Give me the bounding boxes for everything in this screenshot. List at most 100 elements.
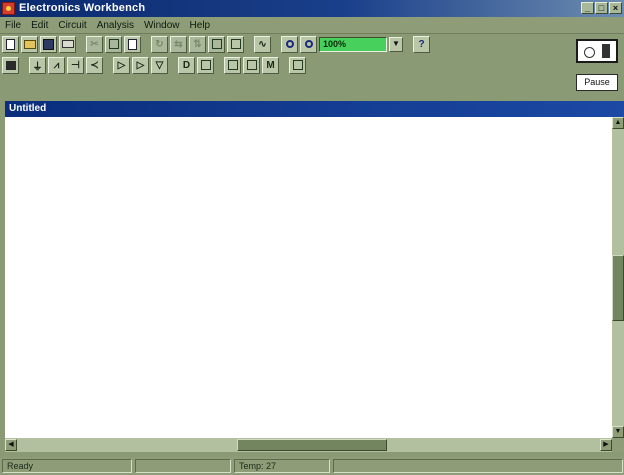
vertical-scroll-thumb[interactable] [612,255,624,321]
printer-icon [61,40,74,48]
controls-icon [246,60,257,70]
menu-circuit[interactable]: Circuit [53,20,91,31]
favorites-icon [5,60,16,70]
disk-icon [43,38,54,50]
digital-ic-icon: ▽ [155,59,164,71]
analog-ics-bin-button[interactable]: ▷ [113,56,130,74]
zoom-out-button[interactable] [281,35,298,53]
mixed-ic-icon: ▷ [136,59,145,71]
menu-window[interactable]: Window [139,20,185,31]
diodes-bin-button[interactable]: ⊣ [67,56,84,74]
chevron-right-icon: ▶ [603,441,609,448]
favorites-bin-button[interactable] [2,56,19,74]
paste-button[interactable] [124,35,141,53]
opamp-icon: ▷ [117,59,126,71]
chevron-left-icon: ◀ [8,441,14,448]
minimize-button[interactable]: _ [581,2,594,14]
save-button[interactable] [40,35,57,53]
zoom-out-icon [285,40,294,48]
document-title: Untitled [5,101,624,117]
main-toolbar: ✂ ↻ ⇆ ⇅ ∿ 100% ▼ ? [2,34,430,54]
resistor-icon: ⩘ [53,59,60,71]
copy-icon [108,39,119,49]
chevron-down-icon: ▼ [614,428,622,435]
basic-bin-button[interactable]: ⩘ [48,56,65,74]
document-window: Untitled ▲ ▼ ◀ ▶ [5,101,624,456]
vertical-scrollbar[interactable]: ▲ ▼ [612,117,624,438]
status-empty-panel [135,459,231,473]
properties-icon [211,39,222,49]
subcircuit-button[interactable] [227,35,244,53]
cut-button[interactable]: ✂ [86,35,103,53]
window-title: Electronics Workbench [19,2,146,14]
menu-help[interactable]: Help [185,20,216,31]
ground-icon: ⏚ [32,61,43,73]
scroll-up-button[interactable]: ▲ [612,117,624,129]
scroll-right-button[interactable]: ▶ [600,439,612,451]
status-ready: Ready [2,459,132,473]
transistors-bin-button[interactable]: ≺ [86,56,103,74]
rotate-icon: ↻ [155,38,164,50]
menu-file[interactable]: File [0,20,26,31]
graph-icon: ∿ [258,38,267,50]
scrollbar-corner [612,438,624,452]
subcircuit-icon [230,39,241,49]
indicators-bin-button[interactable] [224,56,241,74]
print-button[interactable] [59,35,76,53]
digital-ics-bin-button[interactable]: ▽ [151,56,168,74]
miscellaneous-bin-button[interactable]: M [262,56,279,74]
menu-bar: File Edit Circuit Analysis Window Help [0,17,624,34]
logic-gates-bin-button[interactable]: D [178,56,195,74]
horizontal-scrollbar[interactable]: ◀ ▶ [5,438,612,452]
parts-toolbar: ⏚ ⩘ ⊣ ≺ ▷ ▷ ▽ D M [2,55,306,75]
status-bar: Ready Temp: 27 [0,457,624,475]
chevron-down-icon: ▼ [392,38,400,48]
new-button[interactable] [2,35,19,53]
flip-horizontal-button[interactable]: ⇆ [170,35,187,53]
properties-button[interactable] [208,35,225,53]
diode-icon: ⊣ [71,59,80,71]
scissors-icon: ✂ [90,38,99,50]
status-temperature: Temp: 27 [234,459,330,473]
new-file-icon [6,38,15,50]
mixed-ics-bin-button[interactable]: ▷ [132,56,149,74]
transistor-icon: ≺ [90,59,99,71]
indicator-icon [227,60,238,70]
flip-vertical-button[interactable]: ⇅ [189,35,206,53]
controls-bin-button[interactable] [243,56,260,74]
scroll-down-button[interactable]: ▼ [612,426,624,438]
zoom-dropdown-button[interactable]: ▼ [389,36,403,52]
title-bar: Electronics Workbench _ □ × [0,0,624,17]
maximize-button[interactable]: □ [595,2,608,14]
app-icon [2,2,15,15]
sources-bin-button[interactable]: ⏚ [29,56,46,74]
zoom-in-button[interactable] [300,35,317,53]
circuit-canvas[interactable] [5,117,612,438]
folder-icon [23,39,36,49]
copy-button[interactable] [105,35,122,53]
zoom-in-icon [304,40,313,48]
power-switch[interactable] [576,39,618,63]
rotate-button[interactable]: ↻ [151,35,168,53]
horizontal-scroll-thumb[interactable] [237,439,387,451]
flip-horizontal-icon: ⇆ [174,38,183,50]
pause-button[interactable]: Pause [576,74,618,91]
instruments-bin-button[interactable] [289,56,306,74]
menu-edit[interactable]: Edit [26,20,53,31]
gate-icon: D [182,59,191,71]
instrument-icon [292,60,303,70]
open-button[interactable] [21,35,38,53]
digital-bin-button[interactable] [197,56,214,74]
flipflop-icon [200,60,211,70]
flip-vertical-icon: ⇅ [193,38,202,50]
status-empty-panel [333,459,623,473]
help-button[interactable]: ? [413,35,430,53]
menu-analysis[interactable]: Analysis [92,20,139,31]
chevron-up-icon: ▲ [614,119,622,126]
graph-button[interactable]: ∿ [254,35,271,53]
window-controls: _ □ × [581,2,622,14]
zoom-level-field[interactable]: 100% [319,36,387,52]
scroll-left-button[interactable]: ◀ [5,439,17,451]
paste-icon [128,38,137,50]
close-button[interactable]: × [609,2,622,14]
